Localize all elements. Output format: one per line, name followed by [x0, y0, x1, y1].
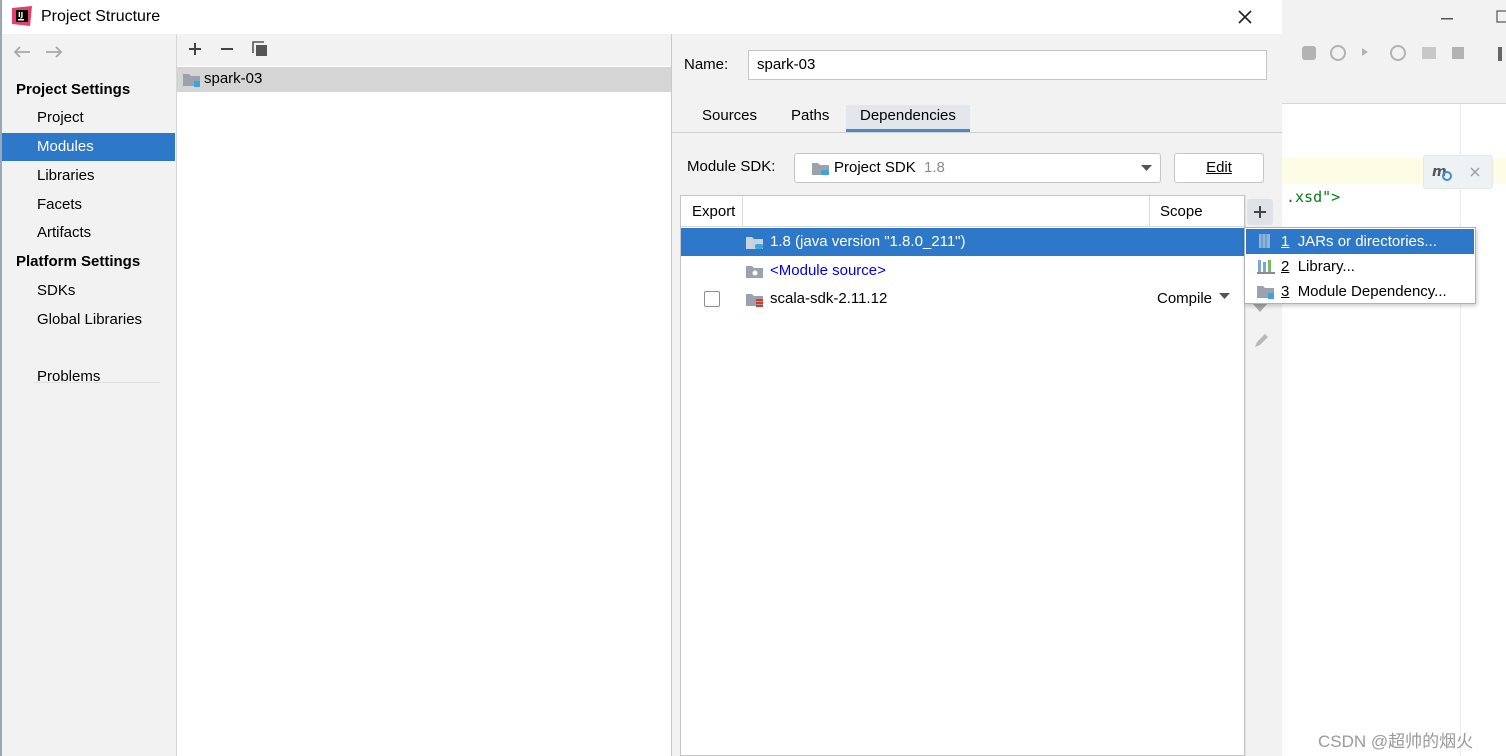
- library-icon: [1257, 260, 1275, 274]
- add-icon[interactable]: [187, 41, 203, 57]
- sidebar-item-modules[interactable]: Modules: [2, 133, 175, 161]
- dialog-titlebar: IJ Project Structure: [2, 0, 1282, 34]
- platform-settings-header: Platform Settings: [16, 253, 141, 270]
- arrow-right-icon[interactable]: [44, 44, 64, 60]
- table-row[interactable]: scala-sdk-2.11.12 Compile: [681, 285, 1244, 313]
- column-divider: [1149, 196, 1150, 227]
- mnemonic: 2: [1281, 258, 1290, 275]
- sidebar-item-sdks[interactable]: SDKs: [2, 277, 175, 305]
- arrow-left-icon[interactable]: [12, 44, 32, 60]
- editor-margin-line: [1460, 104, 1461, 756]
- sidebar-item-libraries[interactable]: Libraries: [2, 162, 175, 190]
- sidebar-item-project[interactable]: Project: [2, 104, 175, 132]
- chevron-down-icon: [1141, 165, 1152, 171]
- tab-dependencies[interactable]: Dependencies: [846, 105, 970, 132]
- chevron-down-icon: [1219, 293, 1231, 299]
- edit-button-label: Edit: [1206, 159, 1232, 176]
- add-dependency-button[interactable]: [1247, 199, 1273, 225]
- source-folder-icon: [746, 266, 763, 278]
- add-dependency-menu: 1 JARs or directories... 2 Library... 3 …: [1244, 227, 1476, 304]
- menu-item-module-dependency[interactable]: 3 Module Dependency...: [1246, 279, 1474, 304]
- watermark: CSDN @超帅的烟火: [1318, 732, 1474, 751]
- export-checkbox[interactable]: [704, 291, 720, 307]
- maximize-icon[interactable]: [1496, 10, 1506, 24]
- scope-select[interactable]: Compile: [1157, 285, 1231, 313]
- dependencies-table: Export Scope 1.8 (java version "1.8.0_21…: [680, 195, 1245, 756]
- close-icon[interactable]: [1470, 167, 1480, 177]
- svg-text:IJ: IJ: [18, 11, 23, 19]
- export-column-header[interactable]: Export: [692, 196, 735, 227]
- sidebar-item-facets[interactable]: Facets: [2, 191, 175, 219]
- background-code-line: .xsd">: [1286, 188, 1341, 206]
- name-label: Name:: [684, 56, 729, 73]
- close-icon[interactable]: [1232, 4, 1258, 30]
- module-list-panel: spark-03: [176, 34, 671, 756]
- menu-item-label: Library...: [1297, 258, 1355, 275]
- dependency-name: <Module source>: [770, 262, 886, 279]
- jar-icon: [1259, 234, 1270, 248]
- background-ide-window: [1282, 0, 1506, 756]
- menu-item-library[interactable]: 2 Library...: [1246, 254, 1474, 279]
- project-settings-header: Project Settings: [16, 81, 131, 98]
- dependency-name: scala-sdk-2.11.12: [770, 290, 888, 307]
- table-row[interactable]: 1.8 (java version "1.8.0_211"): [681, 228, 1244, 256]
- run-toolbar-icons[interactable]: [1302, 44, 1502, 64]
- mnemonic: 1: [1281, 233, 1290, 250]
- sidebar-item-problems[interactable]: Problems: [2, 363, 175, 391]
- maven-reload-icon[interactable]: m: [1432, 162, 1454, 182]
- menu-item-jars[interactable]: 1 JARs or directories...: [1246, 229, 1474, 254]
- module-list-toolbar: [177, 34, 671, 66]
- sidebar-item-global-libraries[interactable]: Global Libraries: [2, 306, 175, 334]
- project-structure-dialog: IJ Project Structure Project Settings Pr…: [2, 0, 1476, 756]
- module-name-input[interactable]: spark-03: [748, 50, 1267, 80]
- edit-sdk-button[interactable]: Edit: [1174, 153, 1264, 183]
- jdk-folder-icon: [746, 237, 763, 249]
- minimize-icon[interactable]: [1440, 12, 1454, 24]
- maven-reload-popup[interactable]: m: [1423, 155, 1493, 189]
- dependency-name: 1.8 (java version "1.8.0_211"): [770, 233, 966, 250]
- module-name: spark-03: [204, 70, 263, 87]
- add-icon: [1254, 206, 1266, 218]
- tab-paths[interactable]: Paths: [777, 105, 843, 132]
- settings-sidebar: Project Settings Project Modules Librari…: [2, 34, 176, 756]
- module-folder-icon: [1257, 286, 1274, 299]
- intellij-app-icon: IJ: [12, 6, 32, 26]
- dialog-title: Project Structure: [41, 8, 161, 25]
- edit-pencil-icon[interactable]: [1252, 332, 1270, 350]
- table-row[interactable]: <Module source>: [681, 257, 1244, 285]
- copy-icon[interactable]: [251, 40, 269, 58]
- module-list-item[interactable]: spark-03: [177, 67, 671, 92]
- menu-item-label: JARs or directories...: [1297, 233, 1437, 250]
- module-folder-icon: [183, 74, 200, 87]
- move-down-icon[interactable]: [1253, 304, 1267, 314]
- column-divider: [742, 196, 743, 227]
- background-titlebar: [1282, 0, 1506, 36]
- module-sdk-label: Module SDK:: [687, 158, 776, 175]
- scope-value: Compile: [1157, 290, 1213, 307]
- sidebar-item-artifacts[interactable]: Artifacts: [2, 219, 175, 247]
- tab-sources[interactable]: Sources: [688, 105, 771, 132]
- module-sdk-select[interactable]: Project SDK 1.8: [794, 153, 1161, 183]
- remove-icon[interactable]: [219, 41, 235, 57]
- menu-item-label: Module Dependency...: [1297, 283, 1447, 300]
- scope-column-header[interactable]: Scope: [1160, 196, 1203, 227]
- scala-library-icon: [746, 294, 763, 307]
- table-header: Export Scope: [681, 196, 1244, 227]
- sdk-version: 1.8: [924, 159, 945, 176]
- mnemonic: 3: [1281, 283, 1290, 300]
- sdk-value: Project SDK: [834, 159, 916, 176]
- tabs-divider: [672, 132, 1282, 133]
- sdk-folder-icon: [812, 163, 829, 175]
- background-toolbar: [1282, 36, 1506, 104]
